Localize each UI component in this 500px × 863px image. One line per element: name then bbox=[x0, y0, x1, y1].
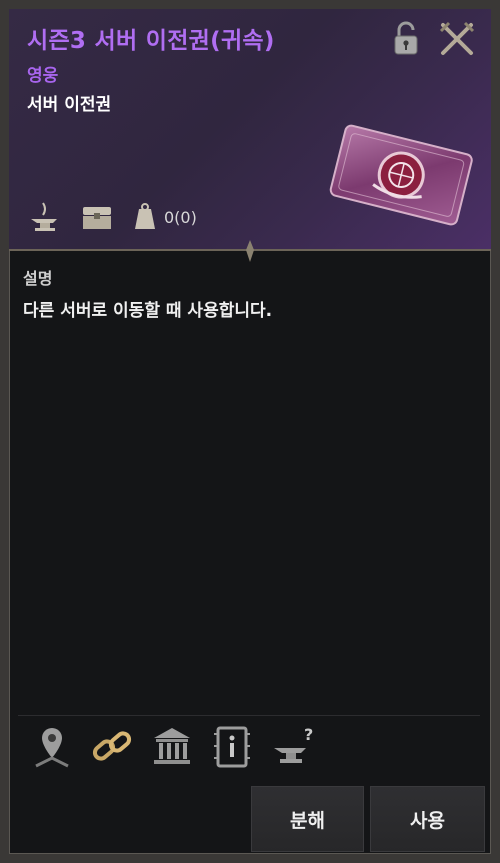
item-title: 시즌3 서버 이전권(귀속) bbox=[27, 28, 275, 54]
item-weight: 0(0) bbox=[164, 208, 197, 227]
description-text: 다른 서버로 이동할 때 사용합니다. bbox=[23, 301, 273, 321]
anvil-question-icon[interactable]: ? bbox=[268, 722, 316, 772]
use-button[interactable]: 사용 bbox=[370, 786, 485, 852]
item-grade: 영웅 bbox=[27, 66, 59, 86]
unlocked-padlock-icon bbox=[394, 21, 418, 55]
storage-chest-icon bbox=[83, 207, 111, 229]
lock-button[interactable] bbox=[386, 19, 426, 59]
item-stat-row: 0(0) bbox=[19, 199, 319, 239]
svg-text:?: ? bbox=[304, 725, 313, 744]
bank-icon[interactable] bbox=[148, 722, 196, 772]
item-header: 시즌3 서버 이전권(귀속) 영웅 서버 이전권 0(0) bbox=[9, 9, 491, 262]
footer-icon-row: ? bbox=[28, 722, 328, 774]
anvil-icon bbox=[31, 202, 57, 231]
item-type: 서버 이전권 bbox=[27, 95, 112, 115]
weight-icon bbox=[135, 203, 155, 229]
dismantle-button[interactable]: 분해 bbox=[251, 786, 364, 852]
chain-link-icon[interactable] bbox=[88, 722, 136, 772]
description-heading: 설명 bbox=[23, 269, 53, 288]
close-swords-icon bbox=[439, 21, 475, 55]
server-transfer-ticket-image bbox=[329, 124, 473, 226]
location-pin-icon[interactable] bbox=[28, 722, 76, 772]
info-tag-icon[interactable] bbox=[208, 722, 256, 772]
description-panel: 설명 다른 서버로 이동할 때 사용합니다. bbox=[9, 251, 491, 716]
close-button[interactable] bbox=[437, 19, 477, 59]
footer-divider bbox=[18, 715, 480, 716]
